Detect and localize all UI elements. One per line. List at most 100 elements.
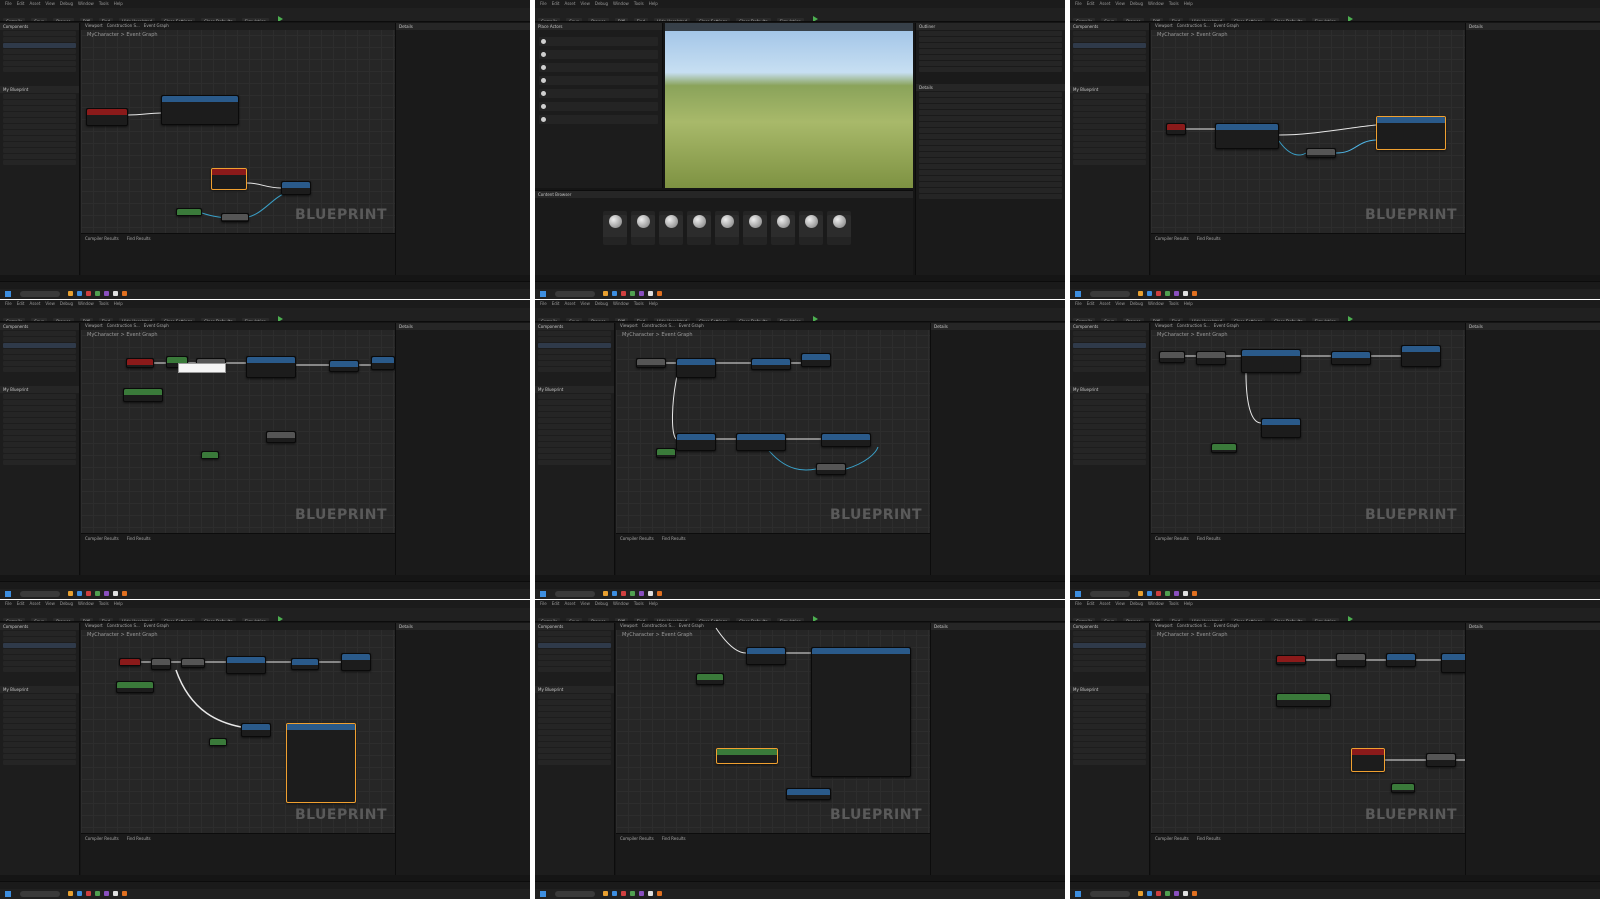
taskbar-app-icon[interactable] — [657, 891, 662, 896]
component-item[interactable] — [1073, 655, 1146, 660]
my-blueprint-item[interactable] — [3, 106, 76, 111]
place-actor-item[interactable] — [539, 115, 658, 124]
menu-item[interactable]: Help — [1184, 1, 1193, 6]
menu-item[interactable]: Asset — [29, 1, 40, 6]
toolbar-button[interactable]: Hide Unrelated — [653, 618, 690, 621]
taskbar-app-icon[interactable] — [648, 291, 653, 296]
taskbar-app-icon[interactable] — [1147, 291, 1152, 296]
event-node[interactable] — [119, 658, 141, 666]
my-blueprint-item[interactable] — [3, 160, 76, 165]
asset-tile[interactable] — [631, 211, 655, 245]
menu-item[interactable]: Edit — [17, 601, 25, 606]
my-blueprint-item[interactable] — [3, 436, 76, 441]
asset-tile[interactable] — [715, 211, 739, 245]
my-blueprint-item[interactable] — [1073, 130, 1146, 135]
component-item[interactable] — [3, 61, 76, 66]
taskbar-app-icon[interactable] — [77, 891, 82, 896]
asset-tile[interactable] — [687, 211, 711, 245]
event-graph[interactable]: Viewport Construction S... Event Graph MyCh… — [616, 623, 930, 833]
component-item[interactable] — [3, 649, 76, 654]
taskbar-app-icon[interactable] — [1156, 291, 1161, 296]
variable-node[interactable] — [201, 451, 219, 459]
menu-item[interactable]: Edit — [1087, 601, 1095, 606]
macro-node[interactable] — [221, 213, 249, 222]
component-item[interactable] — [3, 349, 76, 354]
toolbar-button[interactable]: Save — [566, 318, 583, 321]
variable-node[interactable] — [656, 448, 676, 458]
output-tab[interactable]: Find Results — [1197, 836, 1221, 841]
component-item[interactable] — [538, 355, 611, 360]
my-blueprint-item[interactable] — [538, 412, 611, 417]
component-item[interactable] — [1073, 661, 1146, 666]
wire[interactable] — [1335, 139, 1377, 154]
taskbar-app-icon[interactable] — [104, 291, 109, 296]
wire[interactable] — [1245, 372, 1262, 424]
menu-item[interactable]: Asset — [29, 301, 40, 306]
toolbar-button[interactable]: Find — [633, 618, 648, 621]
taskbar-search-input[interactable] — [20, 291, 60, 297]
component-item[interactable] — [538, 331, 611, 336]
menu-item[interactable]: Debug — [595, 601, 608, 606]
menu-item[interactable]: File — [5, 601, 12, 606]
detail-row[interactable] — [919, 188, 1062, 193]
toolbar-button[interactable]: Simulation — [776, 618, 804, 621]
function-node[interactable] — [281, 181, 311, 195]
menu-item[interactable]: Tools — [634, 1, 644, 6]
function-node[interactable] — [291, 658, 319, 670]
wire[interactable] — [127, 112, 162, 116]
wire[interactable] — [1278, 124, 1377, 136]
component-item[interactable] — [538, 343, 611, 348]
toolbar-button[interactable]: Browse — [53, 618, 74, 621]
menu-item[interactable]: Tools — [99, 1, 109, 6]
my-blueprint-item[interactable] — [3, 430, 76, 435]
detail-row[interactable] — [919, 98, 1062, 103]
taskbar-app-icon[interactable] — [1183, 291, 1188, 296]
taskbar-app-icon[interactable] — [639, 291, 644, 296]
menu-item[interactable]: Help — [1184, 301, 1193, 306]
taskbar-app-icon[interactable] — [1165, 591, 1170, 596]
taskbar-app-icon[interactable] — [1174, 891, 1179, 896]
menu-item[interactable]: Help — [114, 1, 123, 6]
toolbar-button[interactable]: Diff — [614, 318, 628, 321]
component-item[interactable] — [1073, 343, 1146, 348]
function-node[interactable] — [1215, 123, 1279, 149]
menu-item[interactable]: Help — [649, 601, 658, 606]
taskbar-app-icon[interactable] — [621, 291, 626, 296]
toolbar-button[interactable]: Class Defaults — [201, 18, 236, 21]
component-item[interactable] — [3, 55, 76, 60]
play-icon[interactable] — [812, 15, 818, 21]
toolbar-button[interactable]: Hide Unrelated — [1188, 318, 1225, 321]
detail-row[interactable] — [919, 176, 1062, 181]
toolbar-button[interactable]: Class Settings — [160, 618, 196, 621]
menu-item[interactable]: Edit — [17, 301, 25, 306]
taskbar-app-icon[interactable] — [95, 291, 100, 296]
component-item[interactable] — [1073, 43, 1146, 48]
wire[interactable] — [715, 627, 747, 654]
my-blueprint-item[interactable] — [1073, 718, 1146, 723]
wire[interactable] — [671, 370, 679, 440]
macro-node[interactable] — [266, 431, 296, 443]
component-item[interactable] — [538, 637, 611, 642]
my-blueprint-item[interactable] — [1073, 160, 1146, 165]
component-item[interactable] — [1073, 355, 1146, 360]
windows-start-icon[interactable] — [1075, 891, 1081, 897]
component-item[interactable] — [538, 661, 611, 666]
my-blueprint-item[interactable] — [3, 406, 76, 411]
my-blueprint-item[interactable] — [3, 460, 76, 465]
detail-row[interactable] — [919, 146, 1062, 151]
detail-row[interactable] — [919, 194, 1062, 199]
menu-item[interactable]: Edit — [1087, 301, 1095, 306]
toolbar-button[interactable]: Diff — [1149, 618, 1163, 621]
menu-item[interactable]: Edit — [552, 601, 560, 606]
my-blueprint-item[interactable] — [1073, 724, 1146, 729]
taskbar-app-icon[interactable] — [113, 891, 118, 896]
component-item[interactable] — [538, 361, 611, 366]
toolbar-button[interactable]: Hide Unrelated — [118, 18, 155, 21]
my-blueprint-item[interactable] — [1073, 136, 1146, 141]
menu-item[interactable]: Window — [1148, 301, 1164, 306]
taskbar-app-icon[interactable] — [648, 891, 653, 896]
toolbar-button[interactable]: Class Defaults — [1271, 618, 1306, 621]
menu-item[interactable]: Tools — [99, 301, 109, 306]
toolbar-button[interactable]: Compile — [1073, 618, 1096, 621]
taskbar-app-icon[interactable] — [1156, 891, 1161, 896]
